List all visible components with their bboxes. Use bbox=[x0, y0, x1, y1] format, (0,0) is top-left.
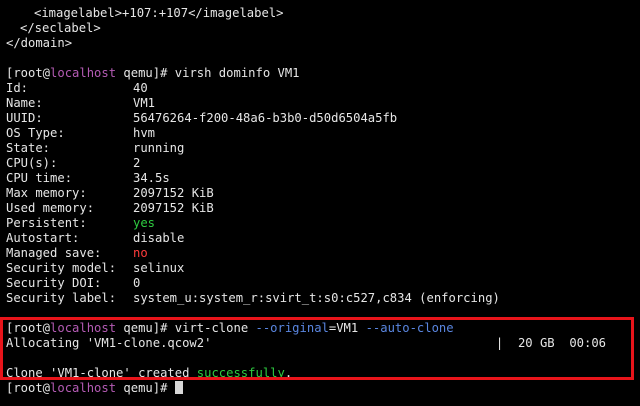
dominfo-key: Max memory: bbox=[6, 186, 87, 200]
dominfo-value: system_u:system_r:svirt_t:s0:c527,c834 (… bbox=[133, 291, 500, 305]
clone-option-auto-clone: --auto-clone bbox=[365, 321, 454, 335]
dominfo-row: UUID: 56476264-f200-48a6-b3b0-d50d6504a5f… bbox=[6, 111, 636, 126]
dominfo-key: Used memory: bbox=[6, 201, 95, 215]
clone-option-original: --original bbox=[255, 321, 329, 335]
dominfo-value-persistent: yes bbox=[133, 216, 156, 230]
dominfo-key: OS Type: bbox=[6, 126, 65, 140]
prompt-host: localhost bbox=[50, 321, 117, 335]
dominfo-value: 34.5s bbox=[133, 171, 170, 185]
dominfo-key: Security model: bbox=[6, 261, 117, 275]
dominfo-row: Autostart: disable bbox=[6, 231, 636, 246]
prompt-host: localhost bbox=[50, 381, 117, 395]
prompt-open: [root@ bbox=[6, 321, 51, 335]
xml-imagelabel-line: <imagelabel>+107:+107</imagelabel> bbox=[34, 6, 284, 20]
clone-result-prefix: Clone 'VM1-clone' created bbox=[6, 366, 197, 380]
dominfo-row: Id: 40 bbox=[6, 81, 636, 96]
prompt-line-current: [root@localhost qemu]# bbox=[6, 381, 636, 396]
dominfo-value: 0 bbox=[133, 276, 141, 290]
dominfo-key: CPU(s): bbox=[6, 156, 58, 170]
dominfo-key: Security label: bbox=[6, 291, 117, 305]
dominfo-key: CPU time: bbox=[6, 171, 73, 185]
dominfo-row: Security model: selinux bbox=[6, 261, 636, 276]
dominfo-command: virsh dominfo VM1 bbox=[174, 66, 300, 80]
dominfo-key: Security DOI: bbox=[6, 276, 102, 290]
dominfo-value: VM1 bbox=[133, 96, 156, 110]
dominfo-key: Managed save: bbox=[6, 246, 102, 260]
dominfo-row: Managed save: no bbox=[6, 246, 636, 261]
dominfo-value: disable bbox=[133, 231, 185, 245]
xml-domain-close-line: </domain> bbox=[6, 36, 73, 50]
dominfo-value: hvm bbox=[133, 126, 156, 140]
clone-result-suffix: . bbox=[284, 366, 293, 380]
dominfo-value: 56476264-f200-48a6-b3b0-d50d6504a5fb bbox=[133, 111, 398, 125]
prompt-line-virt-clone: [root@localhost qemu]# virt-clone --orig… bbox=[6, 321, 636, 336]
dominfo-key: Name: bbox=[6, 96, 43, 110]
progress-time: 00:06 bbox=[569, 336, 606, 350]
dominfo-row: Persistent: yes bbox=[6, 216, 636, 231]
dominfo-row: Used memory: 2097152 KiB bbox=[6, 201, 636, 216]
dominfo-value: running bbox=[133, 141, 185, 155]
dominfo-key: UUID: bbox=[6, 111, 43, 125]
dominfo-row: Max memory: 2097152 KiB bbox=[6, 186, 636, 201]
xml-seclabel-close-line: </seclabel> bbox=[20, 21, 101, 35]
dominfo-key: Persistent: bbox=[6, 216, 87, 230]
dominfo-value: 2 bbox=[133, 156, 141, 170]
clone-original-value: =VM1 bbox=[328, 321, 366, 335]
allocating-progress-line: Allocating 'VM1-clone.qcow2' | 20 GB 00:0… bbox=[6, 336, 636, 351]
dominfo-value: 2097152 KiB bbox=[133, 186, 214, 200]
dominfo-row: CPU time: 34.5s bbox=[6, 171, 636, 186]
prompt-close: qemu]# bbox=[116, 66, 175, 80]
prompt-close: qemu]# bbox=[116, 321, 175, 335]
dominfo-key: Id: bbox=[6, 81, 29, 95]
clone-command-name: virt-clone bbox=[174, 321, 256, 335]
prompt-open: [root@ bbox=[6, 381, 51, 395]
dominfo-key: State: bbox=[6, 141, 51, 155]
progress-readout: | 20 GB 00:06 bbox=[496, 336, 606, 351]
prompt-host: localhost bbox=[50, 66, 117, 80]
dominfo-value-managed-save: no bbox=[133, 246, 148, 260]
terminal-window[interactable]: <imagelabel>+107:+107</imagelabel> </sec… bbox=[0, 0, 640, 406]
dominfo-row: CPU(s): 2 bbox=[6, 156, 636, 171]
prompt-open: [root@ bbox=[6, 66, 51, 80]
prompt-line-dominfo: [root@localhost qemu]# virsh dominfo VM1 bbox=[6, 66, 636, 81]
prompt-close: qemu]# bbox=[116, 381, 175, 395]
dominfo-row: State: running bbox=[6, 141, 636, 156]
terminal-output: <imagelabel>+107:+107</imagelabel> </sec… bbox=[6, 6, 636, 396]
dominfo-row: Security label: system_u:system_r:svirt_t… bbox=[6, 291, 636, 306]
clone-result-success: successfully bbox=[196, 366, 285, 380]
dominfo-key: Autostart: bbox=[6, 231, 80, 245]
dominfo-row: Name: VM1 bbox=[6, 96, 636, 111]
clone-result-line: Clone 'VM1-clone' created successfully. bbox=[6, 366, 636, 381]
dominfo-value: selinux bbox=[133, 261, 185, 275]
dominfo-row: OS Type: hvm bbox=[6, 126, 636, 141]
progress-size: 20 GB bbox=[517, 336, 555, 350]
dominfo-value: 2097152 KiB bbox=[133, 201, 214, 215]
progress-separator: | bbox=[495, 336, 504, 350]
text-cursor[interactable] bbox=[174, 381, 183, 394]
dominfo-value: 40 bbox=[133, 81, 148, 95]
allocating-text: Allocating 'VM1-clone.qcow2' bbox=[6, 336, 212, 350]
dominfo-row: Security DOI: 0 bbox=[6, 276, 636, 291]
